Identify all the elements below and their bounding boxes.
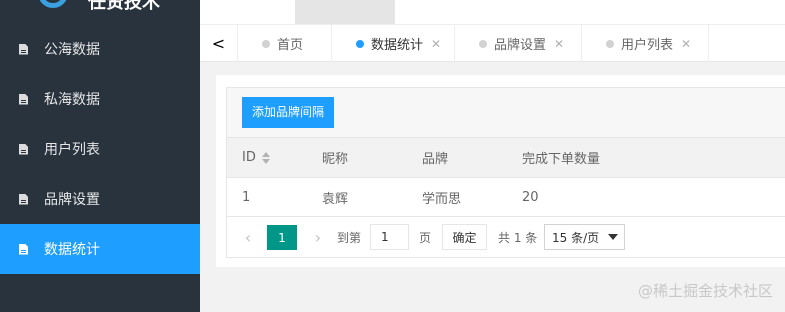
- page-unit-label: 页: [419, 230, 432, 245]
- sidebar-item-brand-settings[interactable]: 品牌设置: [0, 174, 200, 224]
- cell-order-count: 20: [522, 189, 539, 205]
- column-header-brand: 品牌: [422, 152, 449, 167]
- file-icon: [19, 243, 28, 255]
- cell-id: 1: [242, 189, 251, 205]
- sidebar-item-label: 用户列表: [44, 142, 100, 158]
- sidebar-item-private-data[interactable]: 私海数据: [0, 74, 200, 124]
- goto-confirm-button[interactable]: 确定: [442, 224, 487, 250]
- file-icon: [19, 93, 28, 105]
- sidebar-item-label: 私海数据: [44, 92, 100, 108]
- header-nav-block[interactable]: [295, 0, 395, 24]
- tab-label: 品牌设置: [494, 38, 547, 53]
- watermark: @稀土掘金技术社区: [637, 282, 773, 300]
- total-count: 共 1 条: [498, 230, 538, 245]
- table-row[interactable]: 1 袁辉 学而思 20: [227, 178, 785, 217]
- sidebar-item-label: 数据统计: [44, 242, 100, 258]
- file-icon: [19, 143, 28, 155]
- logo-icon: [38, 0, 68, 8]
- chevron-down-icon: [608, 234, 618, 240]
- page-size-select[interactable]: 15 条/页: [544, 224, 625, 250]
- logo-text: 任贤技术: [88, 0, 160, 13]
- sidebar: 任贤技术 公海数据 私海数据 用户列表 品牌设置 数据统计: [0, 0, 200, 312]
- pagination: ‹ 1 › 到第 页 确定 共 1 条 15 条/页: [227, 217, 785, 257]
- cell-brand: 学而思: [422, 191, 462, 207]
- column-header-order-count: 完成下单数量: [522, 152, 601, 167]
- tab-dot-icon: [356, 39, 364, 48]
- sidebar-item-user-list[interactable]: 用户列表: [0, 124, 200, 174]
- file-icon: [19, 193, 28, 205]
- tab-bar: < 首页 数据统计 ✕ 品牌设置 ✕ 用户列表 ✕: [200, 24, 785, 62]
- table-toolbar: 添加品牌间隔: [227, 88, 785, 138]
- goto-page-input[interactable]: [370, 224, 409, 250]
- top-header: [200, 0, 785, 24]
- goto-label: 到第: [337, 230, 362, 245]
- close-icon[interactable]: ✕: [431, 37, 441, 51]
- cell-nickname: 袁辉: [322, 191, 349, 207]
- sidebar-item-public-data[interactable]: 公海数据: [0, 24, 200, 74]
- tab-dot-icon: [606, 39, 614, 48]
- sidebar-item-label: 公海数据: [44, 42, 100, 58]
- column-header-label: ID: [242, 150, 256, 165]
- add-brand-interval-button[interactable]: 添加品牌间隔: [242, 97, 335, 128]
- tab-label: 用户列表: [621, 38, 674, 53]
- prev-page-button[interactable]: ‹: [237, 226, 259, 248]
- close-icon[interactable]: ✕: [681, 37, 691, 51]
- tab-scroll-left-button[interactable]: <: [200, 25, 238, 62]
- close-icon[interactable]: ✕: [554, 37, 564, 51]
- tab-label: 首页: [277, 38, 304, 53]
- chevron-left-icon: <: [211, 34, 226, 53]
- tab-dot-icon: [479, 39, 487, 48]
- table-header: ID 昵称 品牌 完成下单数量: [227, 138, 785, 178]
- sidebar-item-statistics[interactable]: 数据统计: [0, 224, 200, 274]
- column-header-nickname: 昵称: [322, 152, 349, 167]
- page-number-current[interactable]: 1: [267, 225, 297, 250]
- column-header-id[interactable]: ID: [242, 138, 270, 177]
- tab-home[interactable]: 首页: [238, 25, 332, 62]
- next-page-button[interactable]: ›: [307, 226, 329, 248]
- file-icon: [19, 43, 28, 55]
- tab-dot-icon: [262, 39, 270, 48]
- tab-user-list[interactable]: 用户列表 ✕: [582, 25, 709, 62]
- data-table: 添加品牌间隔 ID 昵称 品牌 完成下单数量 1 袁辉 学而思 20 ‹ 1 ›…: [226, 87, 785, 258]
- page-size-value: 15 条/页: [552, 230, 600, 245]
- tab-statistics[interactable]: 数据统计 ✕: [332, 25, 455, 62]
- logo: 任贤技术: [0, 0, 200, 24]
- tab-brand-settings[interactable]: 品牌设置 ✕: [455, 25, 582, 62]
- tab-label: 数据统计: [371, 38, 424, 53]
- sort-icon[interactable]: [261, 151, 270, 164]
- sidebar-item-label: 品牌设置: [44, 192, 100, 208]
